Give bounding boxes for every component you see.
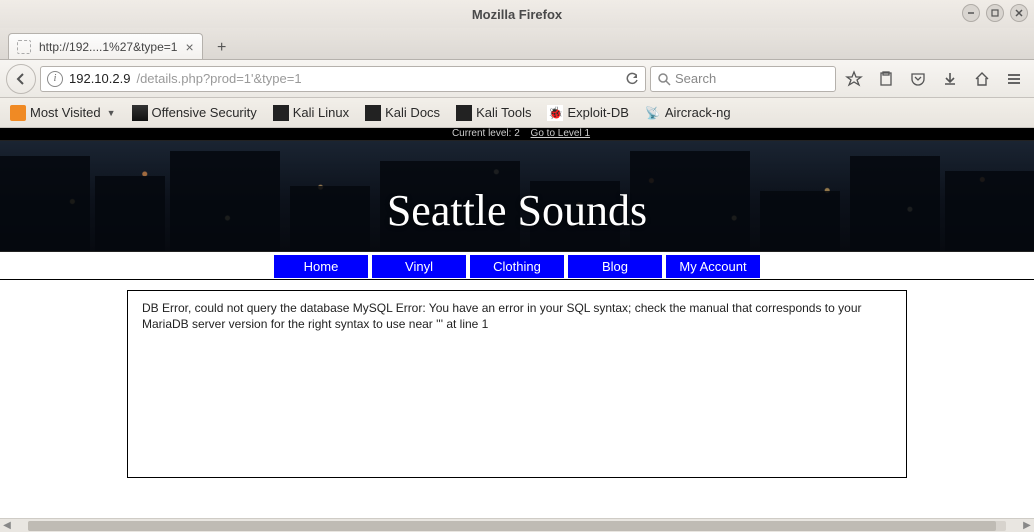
goto-level-link[interactable]: Go to Level 1 — [531, 128, 590, 139]
current-level-text: Current level: 2 — [452, 128, 520, 139]
download-icon — [941, 70, 959, 88]
bookmark-star-button[interactable] — [840, 65, 868, 93]
bookmark-label: Kali Docs — [385, 105, 440, 120]
aircrack-icon: 📡 — [645, 105, 661, 121]
bookmark-label: Aircrack-ng — [665, 105, 731, 120]
pocket-button[interactable] — [904, 65, 932, 93]
back-button[interactable] — [6, 64, 36, 94]
bookmark-label: Kali Tools — [476, 105, 531, 120]
page-viewport: Current level: 2 Go to Level 1 Seattle S… — [0, 128, 1034, 518]
reload-icon — [625, 72, 639, 86]
exploitdb-icon: 🐞 — [547, 105, 563, 121]
url-path: /details.php?prod=1'&type=1 — [136, 71, 301, 86]
home-button[interactable] — [968, 65, 996, 93]
bookmark-label: Offensive Security — [152, 105, 257, 120]
scroll-track[interactable] — [28, 521, 1006, 531]
site-nav: Home Vinyl Clothing Blog My Account — [0, 252, 1034, 280]
arrow-left-icon — [13, 71, 29, 87]
maximize-button[interactable] — [986, 4, 1004, 22]
hamburger-icon — [1005, 70, 1023, 88]
star-icon — [845, 70, 863, 88]
db-error-text: DB Error, could not query the database M… — [142, 301, 862, 331]
site-title: Seattle Sounds — [0, 185, 1034, 236]
bookmark-kali-tools[interactable]: Kali Tools — [452, 103, 535, 123]
bookmark-kali-linux[interactable]: Kali Linux — [269, 103, 353, 123]
close-window-button[interactable] — [1010, 4, 1028, 22]
menu-button[interactable] — [1000, 65, 1028, 93]
error-panel: DB Error, could not query the database M… — [127, 290, 907, 478]
library-button[interactable] — [872, 65, 900, 93]
bookmark-label: Exploit-DB — [567, 105, 628, 120]
tab-title: http://192....1%27&type=1 — [39, 40, 177, 54]
clipboard-icon — [877, 70, 895, 88]
nav-home[interactable]: Home — [274, 255, 368, 278]
reload-button[interactable] — [625, 72, 639, 86]
offsec-icon — [132, 105, 148, 121]
kali-icon — [365, 105, 381, 121]
site-info-icon[interactable]: i — [47, 71, 63, 87]
window-title: Mozilla Firefox — [472, 7, 562, 22]
search-bar[interactable]: Search — [650, 66, 836, 92]
bookmark-offensive-security[interactable]: Offensive Security — [128, 103, 261, 123]
window-controls — [962, 4, 1028, 22]
nav-clothing[interactable]: Clothing — [470, 255, 564, 278]
nav-vinyl[interactable]: Vinyl — [372, 255, 466, 278]
home-icon — [973, 70, 991, 88]
nav-account[interactable]: My Account — [666, 255, 760, 278]
bookmark-exploit-db[interactable]: 🐞 Exploit-DB — [543, 103, 632, 123]
scroll-right-arrow-icon[interactable]: ▶ — [1020, 520, 1034, 531]
page-body: DB Error, could not query the database M… — [0, 280, 1034, 478]
bookmark-kali-docs[interactable]: Kali Docs — [361, 103, 444, 123]
bookmarks-bar: Most Visited ▼ Offensive Security Kali L… — [0, 98, 1034, 128]
kali-icon — [273, 105, 289, 121]
minimize-button[interactable] — [962, 4, 980, 22]
pocket-icon — [909, 70, 927, 88]
downloads-button[interactable] — [936, 65, 964, 93]
hero-banner: Seattle Sounds — [0, 140, 1034, 252]
nav-blog[interactable]: Blog — [568, 255, 662, 278]
chevron-down-icon: ▼ — [107, 108, 116, 118]
url-bar[interactable]: i 192.10.2.9/details.php?prod=1'&type=1 — [40, 66, 646, 92]
tab-strip: http://192....1%27&type=1 × + — [0, 28, 1034, 60]
tab-close-icon[interactable]: × — [185, 39, 193, 55]
bookmark-most-visited[interactable]: Most Visited ▼ — [6, 103, 120, 123]
new-tab-button[interactable]: + — [209, 37, 235, 59]
url-host: 192.10.2.9 — [69, 71, 130, 86]
tab-favicon-icon — [17, 40, 31, 54]
bookmark-aircrack[interactable]: 📡 Aircrack-ng — [641, 103, 735, 123]
search-placeholder: Search — [675, 71, 716, 86]
search-icon — [657, 72, 671, 86]
kali-icon — [456, 105, 472, 121]
scroll-left-arrow-icon[interactable]: ◀ — [0, 520, 14, 531]
bookmark-label: Most Visited — [30, 105, 101, 120]
level-bar: Current level: 2 Go to Level 1 — [0, 128, 1034, 140]
browser-tab[interactable]: http://192....1%27&type=1 × — [8, 33, 203, 59]
nav-toolbar: i 192.10.2.9/details.php?prod=1'&type=1 … — [0, 60, 1034, 98]
scroll-thumb[interactable] — [28, 521, 996, 531]
horizontal-scrollbar[interactable]: ◀ ▶ — [0, 518, 1034, 532]
window-titlebar: Mozilla Firefox — [0, 0, 1034, 28]
bookmark-label: Kali Linux — [293, 105, 349, 120]
most-visited-icon — [10, 105, 26, 121]
